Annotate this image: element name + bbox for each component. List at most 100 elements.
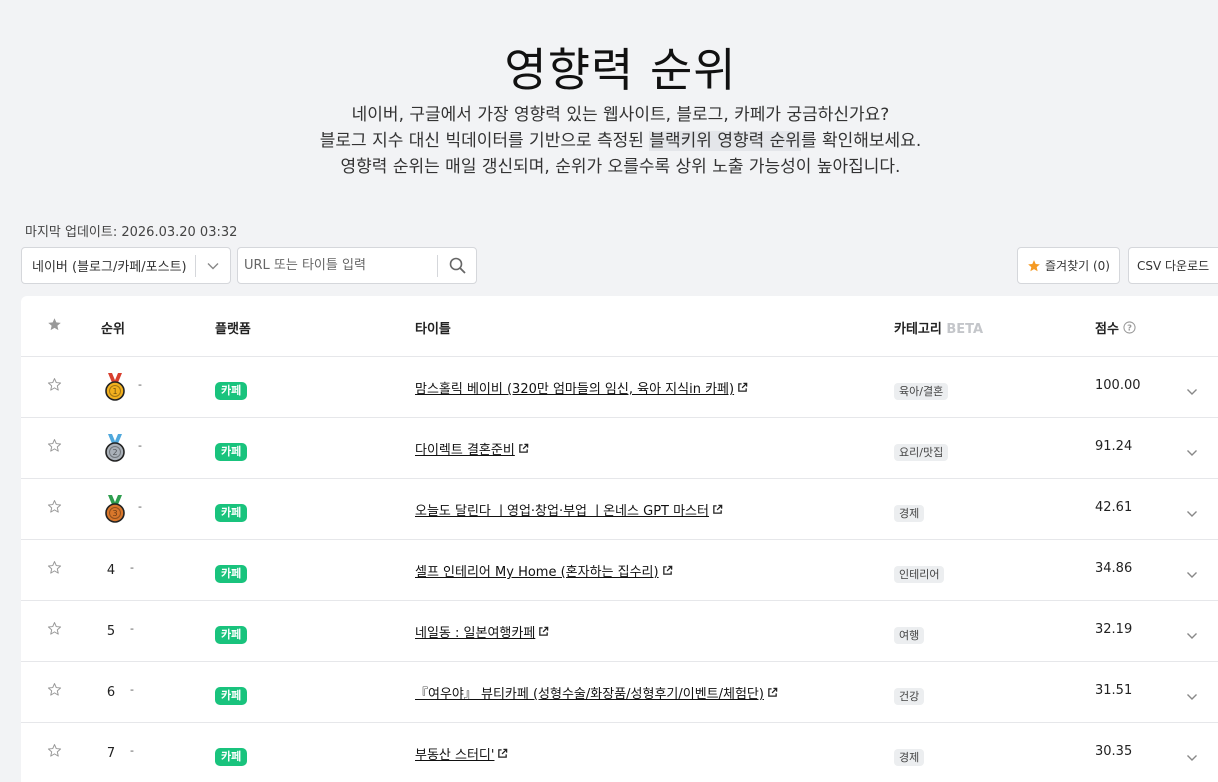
platform-cell: 카페 <box>215 501 248 522</box>
expand-chevron-icon[interactable] <box>1186 503 1198 522</box>
favorite-star-icon[interactable] <box>47 560 62 579</box>
category-chip: 경제 <box>894 505 925 522</box>
rank-change: - <box>138 499 142 513</box>
rank-change: - <box>130 560 134 574</box>
expand-chevron-icon[interactable] <box>1186 747 1198 766</box>
category-cell: 여행 <box>894 624 925 644</box>
search-button[interactable] <box>438 257 476 274</box>
rank-cell: 6 - <box>100 676 134 708</box>
table-row: 6 - 카페 『여우야』 뷰티카페 (성형수술/화장품/성형후기/이벤트/체험단… <box>21 662 1218 723</box>
rank-number: 4 <box>106 562 116 578</box>
favorite-star-icon[interactable] <box>47 499 62 518</box>
platform-cell: 카페 <box>215 745 248 766</box>
category-chip: 건강 <box>894 688 925 705</box>
expand-chevron-icon[interactable] <box>1186 625 1198 644</box>
favorite-star-icon[interactable] <box>47 621 62 640</box>
category-chip: 요리/맛집 <box>894 444 949 461</box>
expand-chevron-icon[interactable] <box>1186 564 1198 583</box>
external-link-icon[interactable] <box>737 382 748 393</box>
platform-badge: 카페 <box>215 687 248 705</box>
title-link[interactable]: 부동산 스터디' <box>415 744 494 763</box>
expand-chevron-icon[interactable] <box>1186 381 1198 400</box>
favorites-label: 즐겨찾기 (0) <box>1045 259 1110 273</box>
description-line-2-pre: 블로그 지수 대신 빅데이터를 기반으로 측정된 <box>319 131 650 151</box>
table-row: 3 - 카페 오늘도 달린다 ㅣ영업·창업·부업 ㅣ온네스 GPT 마스터 경제… <box>21 479 1218 540</box>
external-link-icon[interactable] <box>662 565 673 576</box>
description-line-3: 영향력 순위는 매일 갱신되며, 순위가 오를수록 상위 노출 가능성이 높아집… <box>340 157 901 177</box>
expand-chevron-icon[interactable] <box>1186 442 1198 461</box>
header-category: 카테고리 BETA <box>894 318 983 337</box>
expand-chevron-icon[interactable] <box>1186 686 1198 705</box>
score-cell: 32.19 <box>1095 622 1133 637</box>
table-row: 5 - 카페 네일동 : 일본여행카페 여행 32.19 <box>21 601 1218 662</box>
description-line-2: 블로그 지수 대신 빅데이터를 기반으로 측정된 블랙키위 영향력 순위를 확인… <box>0 128 1218 154</box>
favorite-star-icon[interactable] <box>47 438 62 457</box>
title-cell: 셀프 인테리어 My Home (혼자하는 집수리) <box>415 561 673 580</box>
external-link-icon[interactable] <box>767 687 778 698</box>
rank-cell: 2 - <box>100 432 142 464</box>
page-description: 네이버, 구글에서 가장 영향력 있는 웹사이트, 블로그, 카페가 궁금하신가… <box>0 102 1218 180</box>
title-cell: 네일동 : 일본여행카페 <box>415 622 549 641</box>
description-highlight: 블랙키위 영향력 순위 <box>649 131 801 151</box>
search-input[interactable] <box>238 258 437 273</box>
category-cell: 육아/결혼 <box>894 380 949 400</box>
platform-badge: 카페 <box>215 626 248 644</box>
search-box <box>237 247 477 284</box>
title-link[interactable]: 다이렉트 결혼준비 <box>415 439 515 458</box>
header-score-label: 점수 <box>1095 322 1119 337</box>
title-link[interactable]: 셀프 인테리어 My Home (혼자하는 집수리) <box>415 561 659 580</box>
bronze-medal-icon: 3 <box>100 494 130 524</box>
star-filled-icon <box>1028 259 1040 271</box>
external-link-icon[interactable] <box>497 748 508 759</box>
favorite-star-icon[interactable] <box>47 377 62 396</box>
title-cell: 다이렉트 결혼준비 <box>415 439 529 458</box>
platform-select[interactable]: 네이버 (블로그/카페/포스트) <box>21 247 231 284</box>
platform-badge: 카페 <box>215 565 248 583</box>
table-row: 1 - 카페 맘스홀릭 베이비 (320만 엄마들의 임신, 육아 지식in 카… <box>21 357 1218 418</box>
table-row: 4 - 카페 셀프 인테리어 My Home (혼자하는 집수리) 인테리어 3… <box>21 540 1218 601</box>
rank-change: - <box>130 621 134 635</box>
title-cell: 오늘도 달린다 ㅣ영업·창업·부업 ㅣ온네스 GPT 마스터 <box>415 500 723 519</box>
category-chip: 경제 <box>894 749 925 766</box>
favorite-star-icon[interactable] <box>47 743 62 762</box>
title-link[interactable]: 맘스홀릭 베이비 (320만 엄마들의 임신, 육아 지식in 카페) <box>415 378 734 397</box>
title-link[interactable]: 네일동 : 일본여행카페 <box>415 622 535 641</box>
platform-cell: 카페 <box>215 440 248 461</box>
title-cell: 『여우야』 뷰티카페 (성형수술/화장품/성형후기/이벤트/체험단) <box>415 683 778 702</box>
platform-cell: 카페 <box>215 684 248 705</box>
beta-tag: BETA <box>946 322 984 337</box>
platform-badge: 카페 <box>215 443 248 461</box>
header-category-label: 카테고리 <box>894 322 942 337</box>
header-title: 타이틀 <box>415 322 451 337</box>
ranking-table: 순위 플랫폼 타이틀 카테고리 BETA 점수 ? 1 - 카페 맘스홀릭 베이… <box>21 296 1218 782</box>
rank-number: 7 <box>106 745 116 761</box>
platform-badge: 카페 <box>215 382 248 400</box>
title-link[interactable]: 『여우야』 뷰티카페 (성형수술/화장품/성형후기/이벤트/체험단) <box>415 683 764 702</box>
gold-medal-icon: 1 <box>100 372 130 402</box>
rank-change: - <box>130 743 134 757</box>
table-header: 순위 플랫폼 타이틀 카테고리 BETA 점수 ? <box>21 296 1218 357</box>
external-link-icon[interactable] <box>518 443 529 454</box>
rank-change: - <box>130 682 134 696</box>
score-cell: 34.86 <box>1095 561 1133 576</box>
search-icon <box>449 257 466 274</box>
external-link-icon[interactable] <box>538 626 549 637</box>
category-cell: 경제 <box>894 502 925 522</box>
score-cell: 30.35 <box>1095 744 1133 759</box>
table-row: 7 - 카페 부동산 스터디' 경제 30.35 <box>21 723 1218 782</box>
title-link[interactable]: 오늘도 달린다 ㅣ영업·창업·부업 ㅣ온네스 GPT 마스터 <box>415 500 709 519</box>
csv-download-button[interactable]: CSV 다운로드 <box>1128 247 1218 284</box>
header-score: 점수 ? <box>1095 318 1136 337</box>
header-star-icon[interactable] <box>47 317 62 336</box>
favorite-star-icon[interactable] <box>47 682 62 701</box>
score-cell: 31.51 <box>1095 683 1133 698</box>
platform-badge: 카페 <box>215 748 248 766</box>
rank-cell: 1 - <box>100 371 142 403</box>
rank-change: - <box>138 438 142 452</box>
external-link-icon[interactable] <box>712 504 723 515</box>
favorites-button[interactable]: 즐겨찾기 (0) <box>1017 247 1120 284</box>
title-cell: 맘스홀릭 베이비 (320만 엄마들의 임신, 육아 지식in 카페) <box>415 378 748 397</box>
svg-text:1: 1 <box>112 387 117 396</box>
svg-text:2: 2 <box>112 448 117 457</box>
help-icon[interactable]: ? <box>1123 321 1136 334</box>
